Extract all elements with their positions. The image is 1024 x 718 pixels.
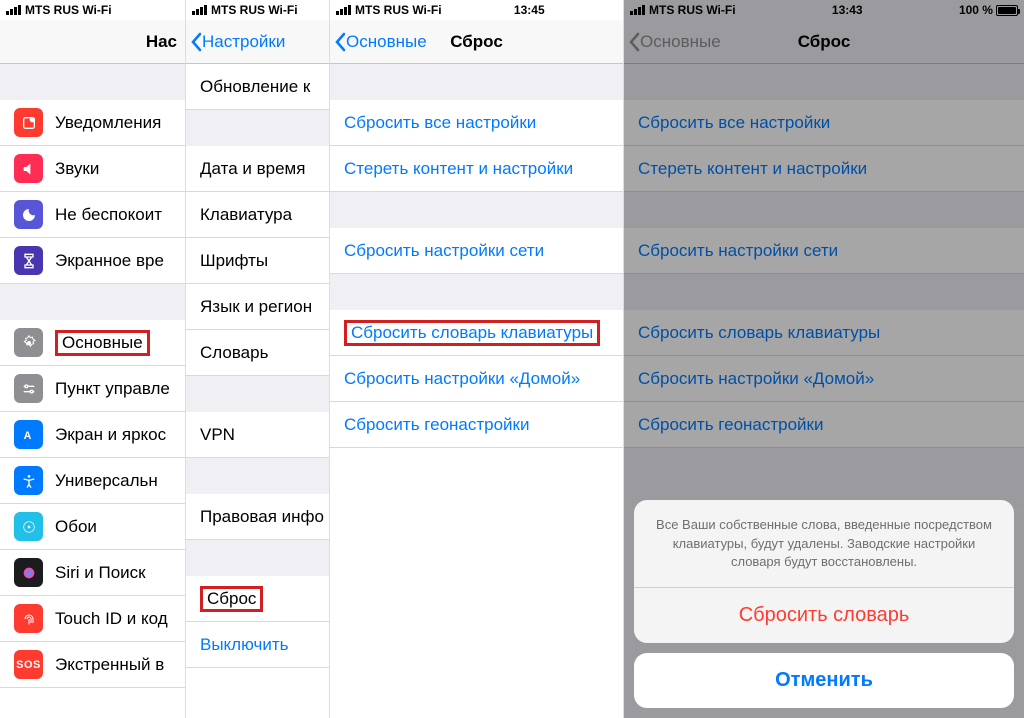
reset-erase-all[interactable]: Стереть контент и настройки <box>330 146 623 192</box>
general-legal[interactable]: Правовая инфо <box>186 494 329 540</box>
signal-icon <box>336 5 351 15</box>
nav-header: Настройки <box>186 20 329 64</box>
status-bar: MTS RUS Wi-Fi 13:45 <box>330 0 623 20</box>
accessibility-icon <box>14 466 43 495</box>
settings-touchid[interactable]: Touch ID и код <box>0 596 185 642</box>
nav-header: Основные Сброс <box>330 20 623 64</box>
carrier-label: MTS RUS Wi-Fi <box>355 3 442 17</box>
signal-icon <box>6 5 21 15</box>
sos-icon: SOS <box>14 650 43 679</box>
general-shutdown[interactable]: Выключить <box>186 622 329 668</box>
status-time: 13:45 <box>514 3 545 17</box>
status-bar: MTS RUS Wi-Fi <box>186 0 329 20</box>
siri-icon <box>14 558 43 587</box>
label: Экстренный в <box>55 655 164 675</box>
reset-all-settings[interactable]: Сбросить все настройки <box>330 100 623 146</box>
label: Уведомления <box>55 113 161 133</box>
label: Touch ID и код <box>55 609 168 629</box>
settings-general[interactable]: Основные <box>0 320 185 366</box>
general-keyboard[interactable]: Клавиатура <box>186 192 329 238</box>
sounds-icon <box>14 154 43 183</box>
sheet-destructive-action[interactable]: Сбросить словарь <box>634 588 1014 643</box>
settings-siri[interactable]: Siri и Поиск <box>0 550 185 596</box>
status-bar: MTS RUS Wi-Fi <box>0 0 185 20</box>
settings-dnd[interactable]: Не беспокоит <box>0 192 185 238</box>
screentime-icon <box>14 246 43 275</box>
chevron-left-icon <box>190 32 202 52</box>
settings-accessibility[interactable]: Универсальн <box>0 458 185 504</box>
control-center-icon <box>14 374 43 403</box>
wallpaper-icon <box>14 512 43 541</box>
screen-reset-confirm: MTS RUS Wi-Fi 13:43 100 % Основные Сброс… <box>624 0 1024 718</box>
general-language[interactable]: Язык и регион <box>186 284 329 330</box>
general-reset[interactable]: Сброс <box>186 576 329 622</box>
label: Экранное вре <box>55 251 164 271</box>
action-sheet: Все Ваши собственные слова, введенные по… <box>634 500 1014 708</box>
screen-settings-root: MTS RUS Wi-Fi Нас Уведомления Звуки Не б… <box>0 0 186 718</box>
label: Обои <box>55 517 97 537</box>
general-datetime[interactable]: Дата и время <box>186 146 329 192</box>
settings-display[interactable]: A Экран и яркос <box>0 412 185 458</box>
label: Пункт управле <box>55 379 170 399</box>
reset-network[interactable]: Сбросить настройки сети <box>330 228 623 274</box>
back-button[interactable]: Основные <box>334 32 427 52</box>
label: Не беспокоит <box>55 205 162 225</box>
chevron-left-icon <box>334 32 346 52</box>
general-software-update[interactable]: Обновление к <box>186 64 329 110</box>
display-icon: A <box>14 420 43 449</box>
carrier-label: MTS RUS Wi-Fi <box>25 3 112 17</box>
label: Звуки <box>55 159 99 179</box>
svg-text:A: A <box>23 430 31 442</box>
screen-reset: MTS RUS Wi-Fi 13:45 Основные Сброс Сброс… <box>330 0 624 718</box>
general-fonts[interactable]: Шрифты <box>186 238 329 284</box>
reset-location[interactable]: Сбросить геонастройки <box>330 402 623 448</box>
label-highlighted: Сбросить словарь клавиатуры <box>344 320 600 346</box>
general-dictionary[interactable]: Словарь <box>186 330 329 376</box>
carrier-label: MTS RUS Wi-Fi <box>211 3 298 17</box>
sheet-cancel-button[interactable]: Отменить <box>634 653 1014 708</box>
signal-icon <box>192 5 207 15</box>
gear-icon <box>14 328 43 357</box>
settings-wallpaper[interactable]: Обои <box>0 504 185 550</box>
sheet-message: Все Ваши собственные слова, введенные по… <box>634 500 1014 588</box>
label: Универсальн <box>55 471 158 491</box>
notifications-icon <box>14 108 43 137</box>
settings-control-center[interactable]: Пункт управле <box>0 366 185 412</box>
general-vpn[interactable]: VPN <box>186 412 329 458</box>
touchid-icon <box>14 604 43 633</box>
reset-home-layout[interactable]: Сбросить настройки «Домой» <box>330 356 623 402</box>
nav-header: Нас <box>0 20 185 64</box>
reset-keyboard-dictionary[interactable]: Сбросить словарь клавиатуры <box>330 310 623 356</box>
settings-sos[interactable]: SOS Экстренный в <box>0 642 185 688</box>
back-button[interactable]: Настройки <box>190 32 285 52</box>
label: Siri и Поиск <box>55 563 146 583</box>
label-highlighted: Основные <box>55 330 150 356</box>
settings-sounds[interactable]: Звуки <box>0 146 185 192</box>
label-highlighted: Сброс <box>200 586 263 612</box>
screen-general: MTS RUS Wi-Fi Настройки Обновление к Дат… <box>186 0 330 718</box>
dnd-icon <box>14 200 43 229</box>
settings-screentime[interactable]: Экранное вре <box>0 238 185 284</box>
label: Экран и яркос <box>55 425 166 445</box>
settings-notifications[interactable]: Уведомления <box>0 100 185 146</box>
page-title: Нас <box>0 32 185 52</box>
